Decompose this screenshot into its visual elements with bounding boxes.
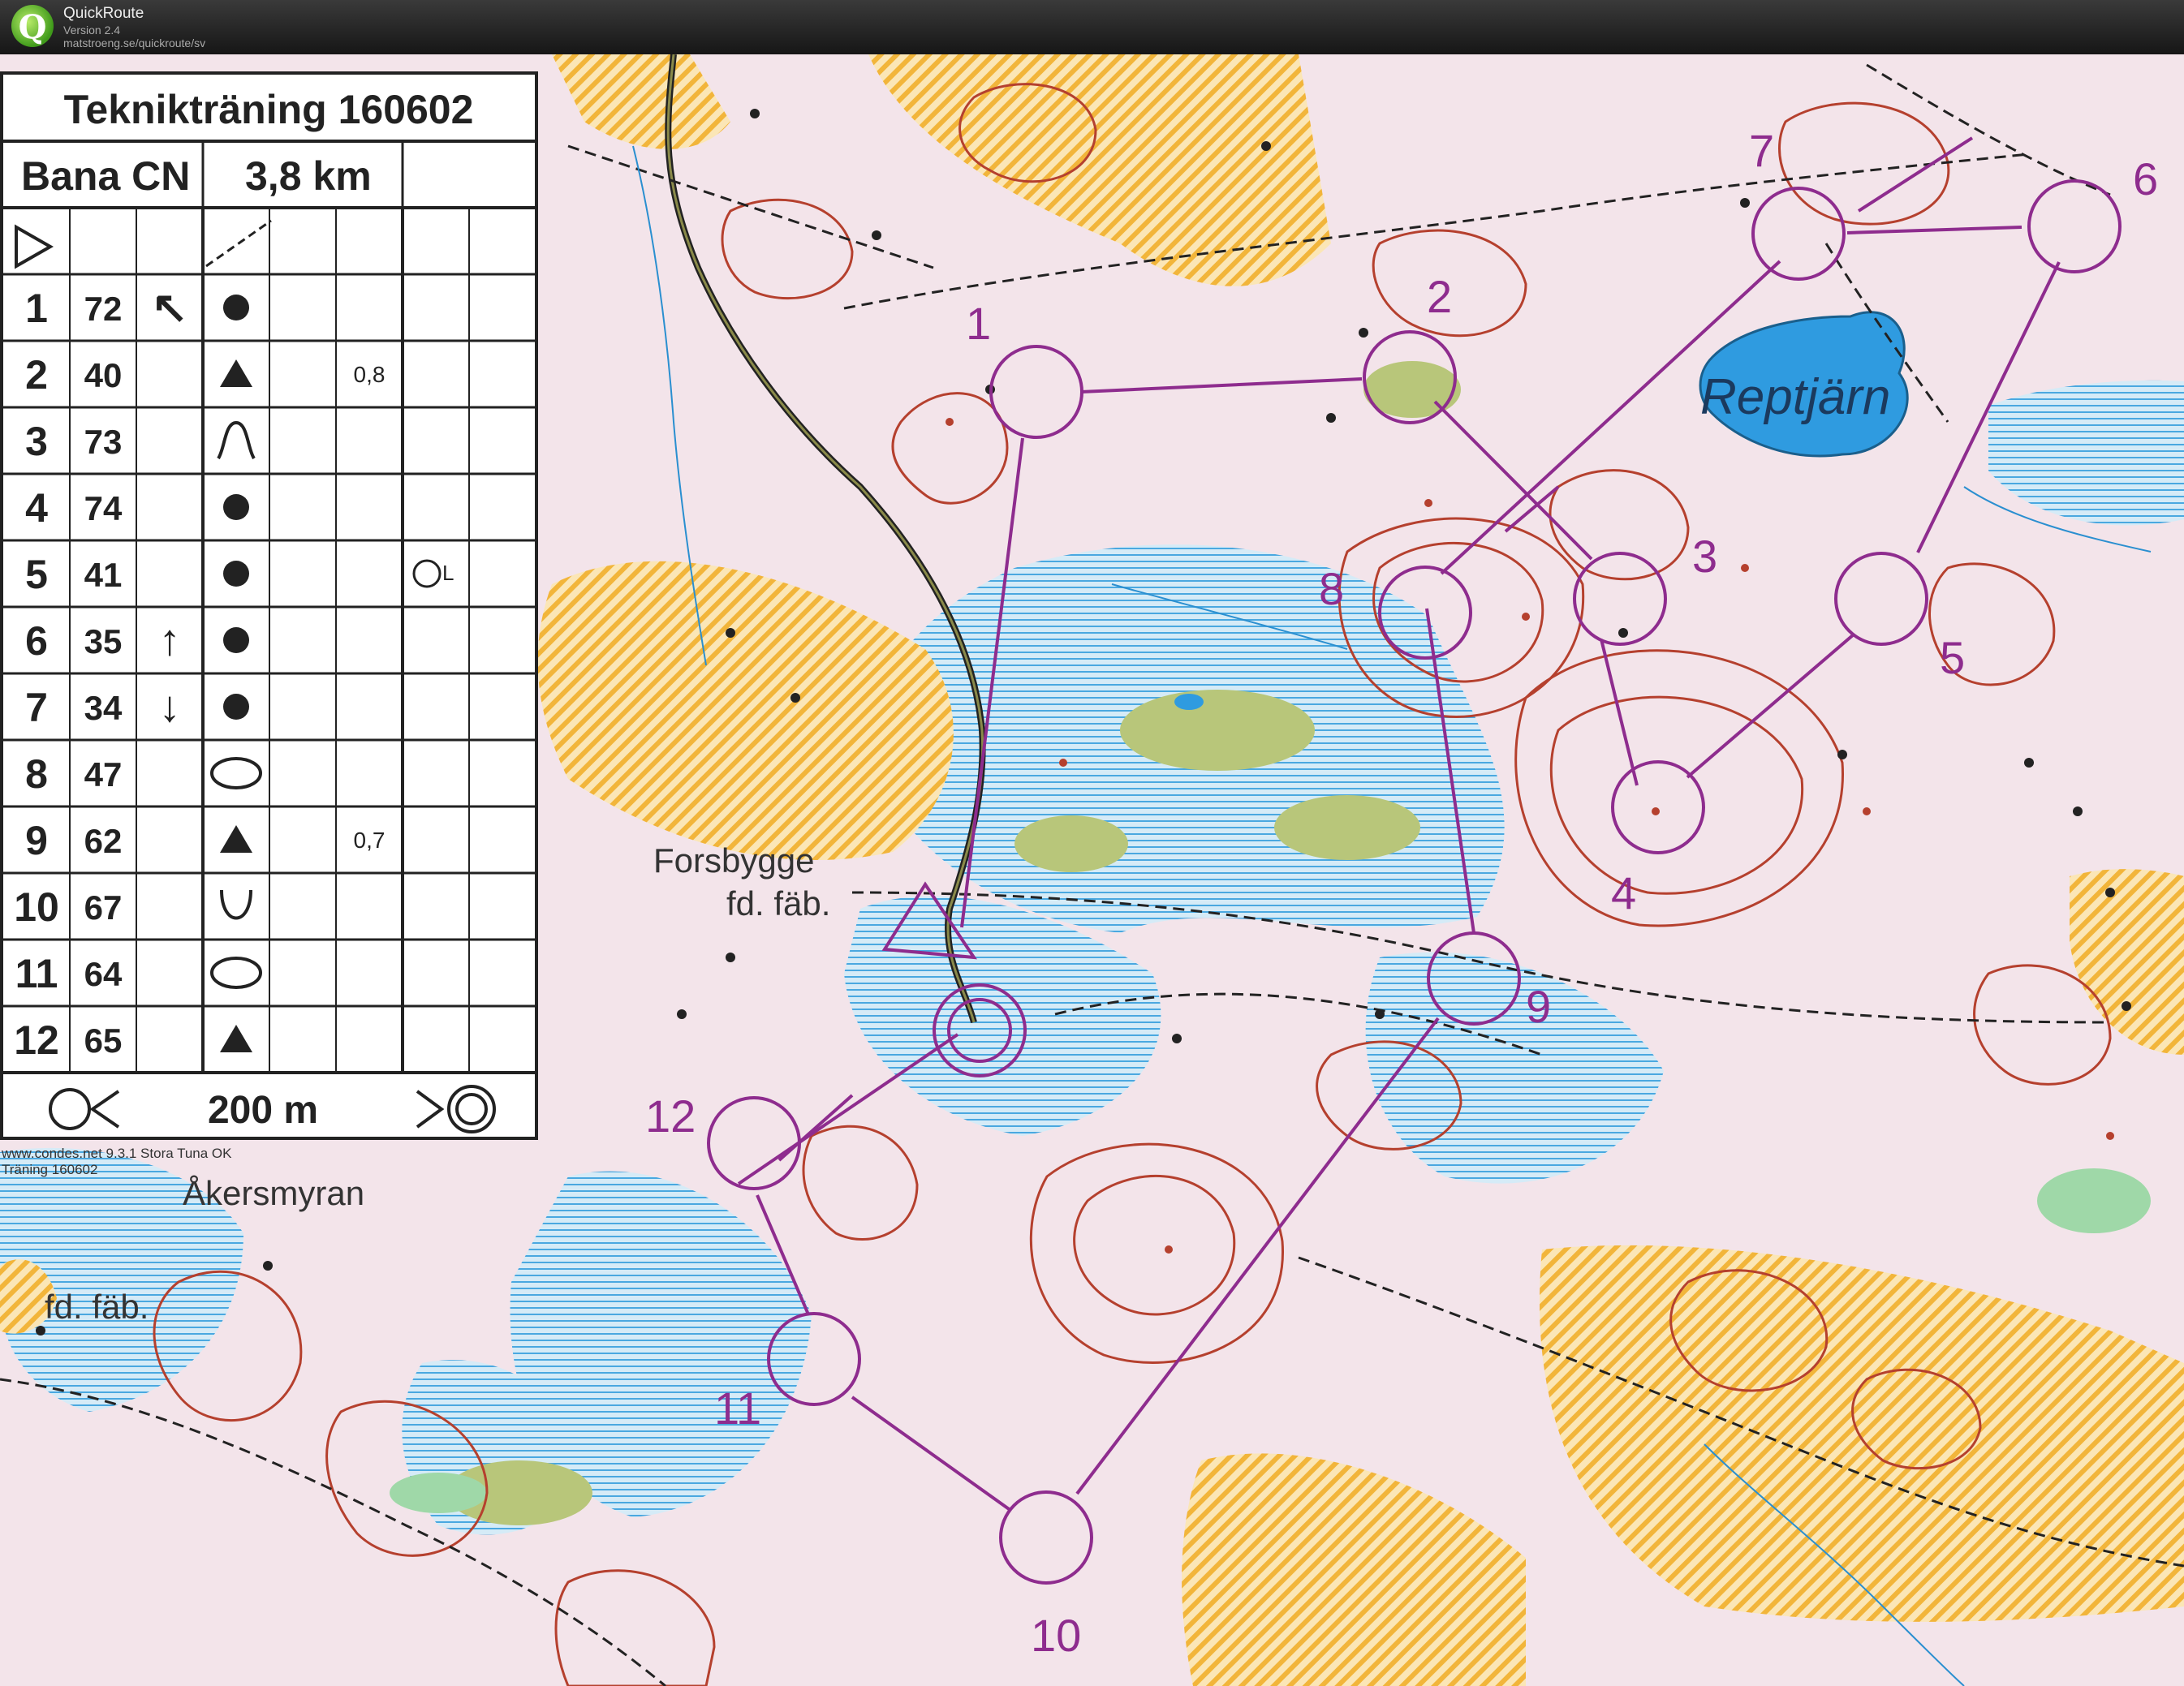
control-number: 6 (25, 618, 48, 664)
control-code: 74 (84, 489, 123, 527)
control-code: 47 (84, 755, 123, 794)
control-label-3: 3 (1692, 531, 1717, 582)
control-description-card: Teknikträning 160602 Bana CN 3,8 km 1 72 ↖… (0, 71, 538, 1140)
control-label-7: 7 (1749, 125, 1774, 176)
course-name: Bana CN (21, 153, 190, 199)
control-row: 5 41 L (25, 552, 454, 597)
app-url: matstroeng.se/quickroute/sv (63, 37, 206, 49)
place-forsbygge: Forsbygge (653, 841, 814, 880)
finish-distance: 200 m (208, 1089, 318, 1132)
control-number: 3 (25, 419, 48, 464)
start-feature-line-icon (205, 219, 272, 268)
control-label-12: 12 (645, 1090, 696, 1142)
control-dimension: 0,7 (354, 828, 386, 853)
finish-arrow-right-icon (416, 1090, 445, 1129)
finish-arrow-left-icon (89, 1090, 120, 1129)
boulder-triangle-icon (220, 825, 252, 853)
control-number: 8 (25, 751, 48, 797)
control-code: 72 (84, 290, 123, 328)
app-version: Version 2.4 (63, 24, 121, 37)
control-row: 7 34 ↓ (25, 682, 249, 731)
direction-arrow-icon: ↑ (159, 616, 181, 665)
hill-ellipse-icon (210, 957, 262, 989)
control-row: 6 35 ↑ (25, 616, 249, 665)
control-row: 8 47 (25, 751, 262, 797)
control-number: 2 (25, 352, 48, 398)
control-row: 12 65 (14, 1017, 252, 1063)
control-row: 3 73 (25, 419, 256, 464)
control-number: 10 (14, 884, 59, 930)
appearance-circle-icon (412, 559, 442, 588)
control-label-5: 5 (1940, 632, 1965, 683)
place-forsbygge-note: fd. fäb. (726, 884, 830, 923)
app-name: QuickRoute (63, 5, 144, 22)
pond (1174, 694, 1204, 710)
lake-name: Reptjärn (1700, 369, 1890, 425)
control-code: 40 (84, 356, 123, 394)
credit-line-2: Träning 160602 (2, 1162, 98, 1177)
title-bar: Q QuickRoute Version 2.4 matstroeng.se/q… (0, 0, 2184, 54)
control-code: 41 (84, 556, 123, 594)
control-label-6: 6 (2133, 153, 2158, 204)
finish-circle-left-icon (49, 1088, 91, 1130)
control-label-1: 1 (966, 298, 991, 349)
control-number: 5 (25, 552, 48, 597)
course-title: Teknikträning 160602 (64, 87, 474, 132)
knoll-dot-icon (223, 561, 249, 587)
control-label-9: 9 (1526, 981, 1551, 1032)
knoll-dot-icon (223, 494, 249, 520)
control-code: 64 (84, 955, 123, 993)
start-symbol-icon (15, 224, 54, 269)
direction-arrow-icon: ↓ (159, 682, 181, 731)
knoll-dot-icon (223, 694, 249, 720)
control-label-2: 2 (1427, 271, 1452, 322)
control-row: 11 64 (15, 951, 262, 996)
control-row: 9 62 0,7 (25, 818, 385, 863)
quickroute-logo-icon: Q (11, 5, 54, 47)
control-code: 35 (84, 622, 123, 660)
control-code: 62 (84, 822, 123, 860)
place-akersmyran: Åkersmyran (183, 1174, 364, 1212)
boulder-triangle-icon (220, 1025, 252, 1052)
hill-ellipse-icon (210, 757, 262, 789)
place-west-note: fd. fäb. (45, 1288, 149, 1326)
boulder-triangle-icon (220, 359, 252, 387)
course-length: 3,8 km (245, 153, 372, 199)
control-label-11: 11 (714, 1383, 761, 1434)
control-number: 1 (25, 286, 48, 331)
control-number: 4 (25, 485, 48, 531)
knoll-dot-icon (223, 627, 249, 653)
control-row: 10 67 (14, 884, 252, 930)
finish-inner-icon (455, 1093, 488, 1125)
direction-arrow-icon: ↖ (151, 283, 187, 332)
control-label-8: 8 (1319, 563, 1344, 614)
control-number: 11 (15, 951, 58, 996)
appearance-letter: L (442, 561, 454, 585)
control-label-10: 10 (1031, 1610, 1081, 1661)
control-number: 7 (25, 685, 48, 730)
knoll-dot-icon (223, 295, 249, 320)
control-dimension: 0,8 (354, 362, 386, 387)
control-code: 67 (84, 888, 123, 927)
control-label-4: 4 (1611, 867, 1636, 918)
reentrant-icon (220, 889, 252, 920)
control-code: 34 (84, 689, 123, 727)
control-code: 65 (84, 1021, 123, 1060)
control-row: 2 40 0,8 (25, 352, 385, 398)
control-number: 9 (25, 818, 48, 863)
credit-line-1: www.condes.net 9.3.1 Stora Tuna OK (2, 1146, 232, 1161)
control-code: 73 (84, 423, 123, 461)
map-credit: www.condes.net 9.3.1 Stora Tuna OK Träni… (2, 1146, 232, 1178)
control-row: 4 74 (25, 485, 249, 531)
control-row: 1 72 ↖ (25, 283, 249, 332)
spur-icon (217, 420, 256, 460)
control-number: 12 (14, 1017, 59, 1063)
